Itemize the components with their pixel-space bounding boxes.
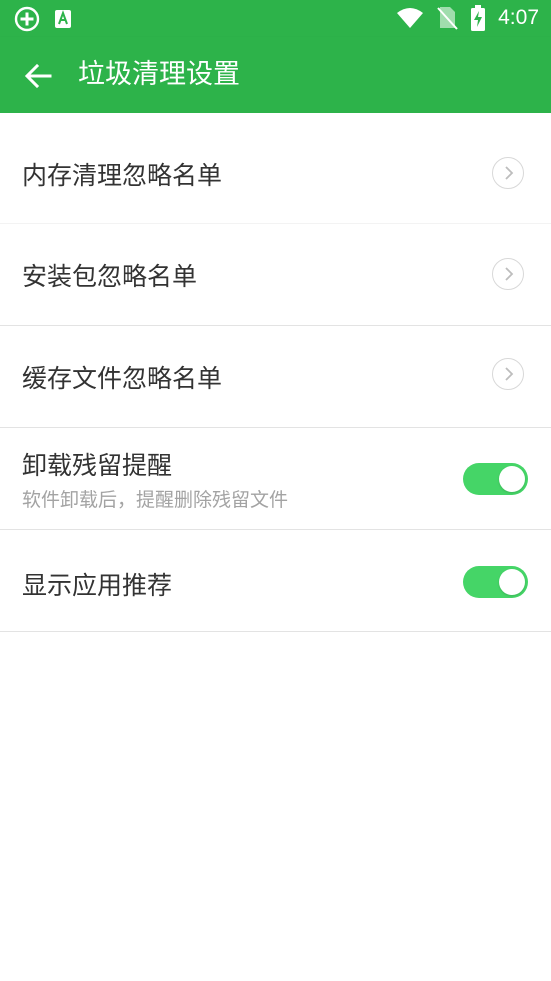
status-time: 4:07 [498, 6, 539, 29]
toggle-knob [499, 466, 525, 492]
chevron-right-icon [492, 157, 524, 189]
setting-label: 卸载残留提醒 [22, 451, 173, 480]
text-a-icon [54, 9, 72, 29]
wifi-icon [396, 7, 424, 29]
battery-charging-icon [470, 5, 486, 31]
setting-label: 显示应用推荐 [22, 571, 173, 600]
uninstall-reminder-toggle[interactable] [463, 463, 528, 495]
setting-row-show-app-recommendations: 显示应用推荐 [0, 530, 551, 632]
setting-row-uninstall-residue-reminder: 卸载残留提醒 软件卸载后，提醒删除残留文件 [0, 428, 551, 530]
chevron-right-icon [492, 258, 524, 290]
app-recommendation-toggle[interactable] [463, 566, 528, 598]
setting-label: 缓存文件忽略名单 [22, 364, 223, 393]
back-button[interactable] [18, 56, 58, 96]
page-title: 垃圾清理设置 [78, 59, 240, 90]
arrow-left-icon [23, 61, 53, 91]
setting-label: 安装包忽略名单 [22, 262, 198, 291]
toggle-knob [499, 569, 525, 595]
setting-subtitle: 软件卸载后，提醒删除残留文件 [22, 489, 289, 511]
setting-label: 内存清理忽略名单 [22, 161, 223, 190]
app-bar: 垃圾清理设置 [0, 37, 551, 113]
add-circle-icon [14, 6, 40, 32]
setting-row-memory-ignore-list[interactable]: 内存清理忽略名单 [0, 113, 551, 224]
settings-list: 内存清理忽略名单 安装包忽略名单 缓存文件忽略名单 卸载残留提醒 软件卸载后，提… [0, 113, 551, 632]
setting-row-apk-ignore-list[interactable]: 安装包忽略名单 [0, 224, 551, 326]
status-bar: 4:07 [0, 0, 551, 37]
status-left-icons [14, 6, 72, 32]
setting-row-cache-ignore-list[interactable]: 缓存文件忽略名单 [0, 326, 551, 428]
no-sim-icon [436, 6, 458, 30]
chevron-right-icon [492, 358, 524, 390]
status-right-icons: 4:07 [396, 5, 539, 31]
